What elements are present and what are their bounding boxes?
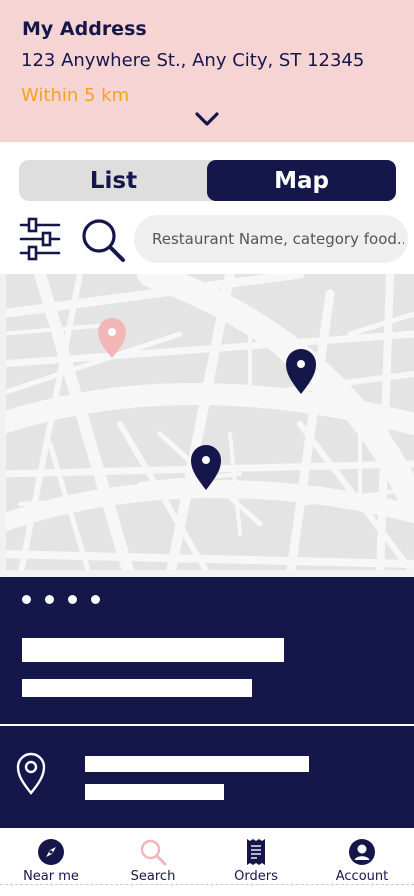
location-pin-icon [16, 752, 46, 795]
rating-dots [22, 595, 100, 604]
search-field [134, 215, 408, 263]
location-line-placeholder [85, 756, 309, 772]
rating-dot [22, 595, 31, 604]
search-icon[interactable] [80, 217, 126, 263]
rating-dot [45, 595, 54, 604]
tab-list[interactable]: List [19, 160, 208, 201]
tab-map[interactable]: Map [207, 160, 396, 201]
bottom-nav: Near me Search Orders Account [0, 828, 414, 896]
rating-dot [91, 595, 100, 604]
account-icon [349, 839, 375, 865]
address-header[interactable]: My Address 123 Anywhere St., Any City, S… [0, 0, 414, 142]
nav-account[interactable]: Account [312, 828, 412, 888]
address-title: My Address [22, 18, 147, 40]
location-card[interactable] [0, 726, 414, 828]
nav-near-me[interactable]: Near me [1, 828, 101, 888]
nav-label: Orders [234, 869, 278, 884]
filter-sliders-icon[interactable] [19, 216, 61, 262]
restaurant-details-placeholder [22, 679, 252, 697]
location-detail-placeholder [85, 784, 224, 800]
receipt-icon [247, 839, 265, 865]
nav-label: Search [130, 869, 176, 884]
nav-orders[interactable]: Orders [206, 828, 306, 888]
nav-search[interactable]: Search [103, 828, 203, 888]
search-icon [140, 839, 167, 866]
rating-dot [68, 595, 77, 604]
search-input[interactable] [152, 215, 404, 263]
address-line: 123 Anywhere St., Any City, ST 12345 [21, 50, 365, 71]
map-streets [0, 274, 414, 577]
restaurant-name-placeholder [22, 638, 284, 662]
map-view[interactable] [0, 274, 414, 577]
nav-bottom-edge [0, 884, 414, 885]
compass-icon [38, 839, 64, 865]
view-toggle: List Map [19, 160, 396, 201]
nav-label: Near me [23, 869, 79, 884]
radius-label: Within 5 km [21, 85, 130, 106]
nav-label: Account [335, 869, 389, 884]
chevron-down-icon[interactable] [194, 108, 220, 130]
